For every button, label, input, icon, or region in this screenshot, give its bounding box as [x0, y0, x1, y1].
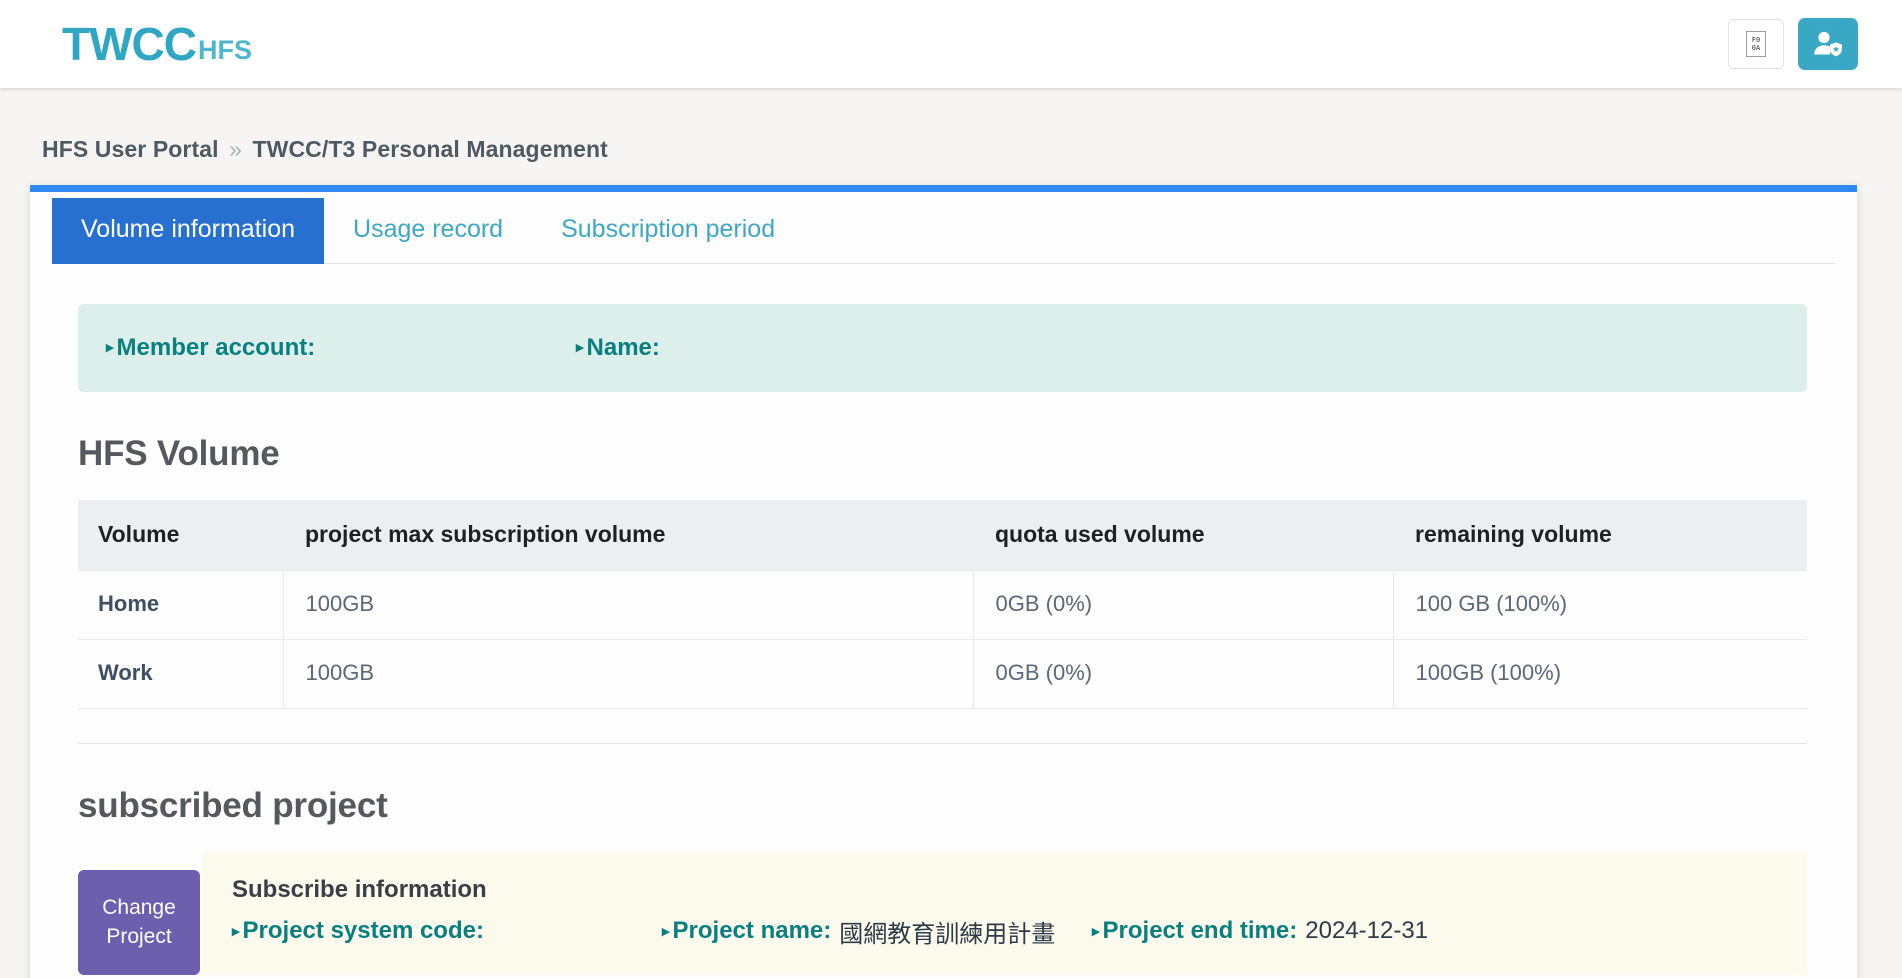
- breadcrumb-separator: »: [229, 136, 243, 162]
- tab-subscription-period[interactable]: Subscription period: [532, 198, 804, 263]
- member-name-field: ▸ Name:: [576, 334, 660, 362]
- triangle-bullet-icon: ▸: [232, 922, 240, 940]
- column-header-quota-used: quota used volume: [973, 499, 1393, 570]
- cell-volume: Home: [78, 569, 284, 640]
- member-account-field: ▸ Member account:: [106, 334, 576, 362]
- column-header-volume: Volume: [78, 499, 283, 570]
- change-project-button[interactable]: Change Project: [78, 869, 200, 975]
- member-account-label: Member account:: [116, 333, 316, 361]
- subscribe-fields: ▸ Project system code: ▸ Project name: 國…: [232, 914, 1777, 949]
- table-row: Work 100GB 0GB (0%) 100GB (100%): [78, 639, 1807, 709]
- missing-glyph-bottom: 0A: [1751, 44, 1761, 52]
- subscribed-project-row: Change Project Subscribe information ▸ P…: [78, 851, 1807, 975]
- cell-remaining: 100 GB (100%): [1393, 569, 1807, 640]
- twcc-hfs-logo[interactable]: TWCC HFS: [62, 21, 252, 67]
- table-head: Volume project max subscription volume q…: [78, 499, 1807, 570]
- table-row: Home 100GB 0GB (0%) 100 GB (100%): [78, 569, 1807, 640]
- project-end-time-label: Project end time:: [1102, 917, 1298, 944]
- column-header-remaining: remaining volume: [1393, 499, 1807, 570]
- triangle-bullet-icon: ▸: [1092, 922, 1100, 940]
- project-name-value: 國網教育訓練用計畫: [839, 920, 1056, 948]
- hfs-volume-title: HFS Volume: [78, 433, 280, 473]
- breadcrumb-current: TWCC/T3 Personal Management: [252, 136, 608, 162]
- hfs-volume-table: Volume project max subscription volume q…: [78, 499, 1807, 709]
- cell-max: 100GB: [283, 639, 974, 709]
- project-name-field: ▸ Project name: 國網教育訓練用計畫: [662, 914, 1092, 949]
- account-button[interactable]: [1798, 18, 1858, 70]
- missing-glyph-top: F0: [1751, 36, 1761, 44]
- tab-volume-information[interactable]: Volume information: [52, 198, 325, 264]
- breadcrumb-root[interactable]: HFS User Portal: [42, 136, 219, 162]
- cell-remaining: 100GB (100%): [1393, 639, 1807, 709]
- subscribed-project-title: subscribed project: [78, 785, 388, 825]
- cell-volume: Work: [78, 639, 284, 709]
- page-body: HFS User Portal » TWCC/T3 Personal Manag…: [0, 88, 1902, 978]
- logo-main-text: TWCC: [62, 18, 197, 70]
- project-end-time-value: 2024-12-31: [1305, 917, 1429, 944]
- member-name-label: Name:: [586, 333, 660, 361]
- column-header-max-subscription: project max subscription volume: [283, 499, 973, 570]
- cell-used: 0GB (0%): [973, 639, 1394, 709]
- missing-glyph-icon: F0 0A: [1746, 31, 1766, 57]
- triangle-bullet-icon: ▸: [662, 922, 670, 940]
- member-info-bar: ▸ Member account: ▸ Name:: [78, 303, 1807, 392]
- project-end-time-field: ▸ Project end time: 2024-12-31: [1092, 917, 1428, 945]
- cell-max: 100GB: [283, 569, 974, 640]
- cell-used: 0GB (0%): [973, 569, 1394, 640]
- user-shield-icon: [1814, 31, 1842, 57]
- project-system-code-field: ▸ Project system code:: [232, 917, 662, 945]
- header-actions: F0 0A: [1728, 18, 1858, 70]
- triangle-bullet-icon: ▸: [576, 339, 584, 356]
- tab-usage-record[interactable]: Usage record: [324, 198, 532, 263]
- logo-sub-text: HFS: [197, 35, 252, 65]
- subscribe-information-panel: Subscribe information ▸ Project system c…: [202, 851, 1807, 975]
- app-header: TWCC HFS F0 0A: [0, 0, 1902, 88]
- subscribe-information-title: Subscribe information: [232, 875, 487, 903]
- table-body: Home 100GB 0GB (0%) 100 GB (100%) Work 1…: [78, 569, 1807, 709]
- project-system-code-label: Project system code:: [242, 917, 484, 944]
- content-card: Volume information Usage record Subscrip…: [30, 185, 1857, 978]
- language-button[interactable]: F0 0A: [1728, 19, 1784, 69]
- breadcrumb: HFS User Portal » TWCC/T3 Personal Manag…: [0, 88, 1902, 185]
- triangle-bullet-icon: ▸: [106, 339, 114, 356]
- section-divider: [78, 742, 1807, 744]
- project-name-label: Project name:: [672, 917, 832, 944]
- table-header-row: Volume project max subscription volume q…: [78, 499, 1807, 570]
- tab-bar: Volume information Usage record Subscrip…: [52, 192, 1835, 264]
